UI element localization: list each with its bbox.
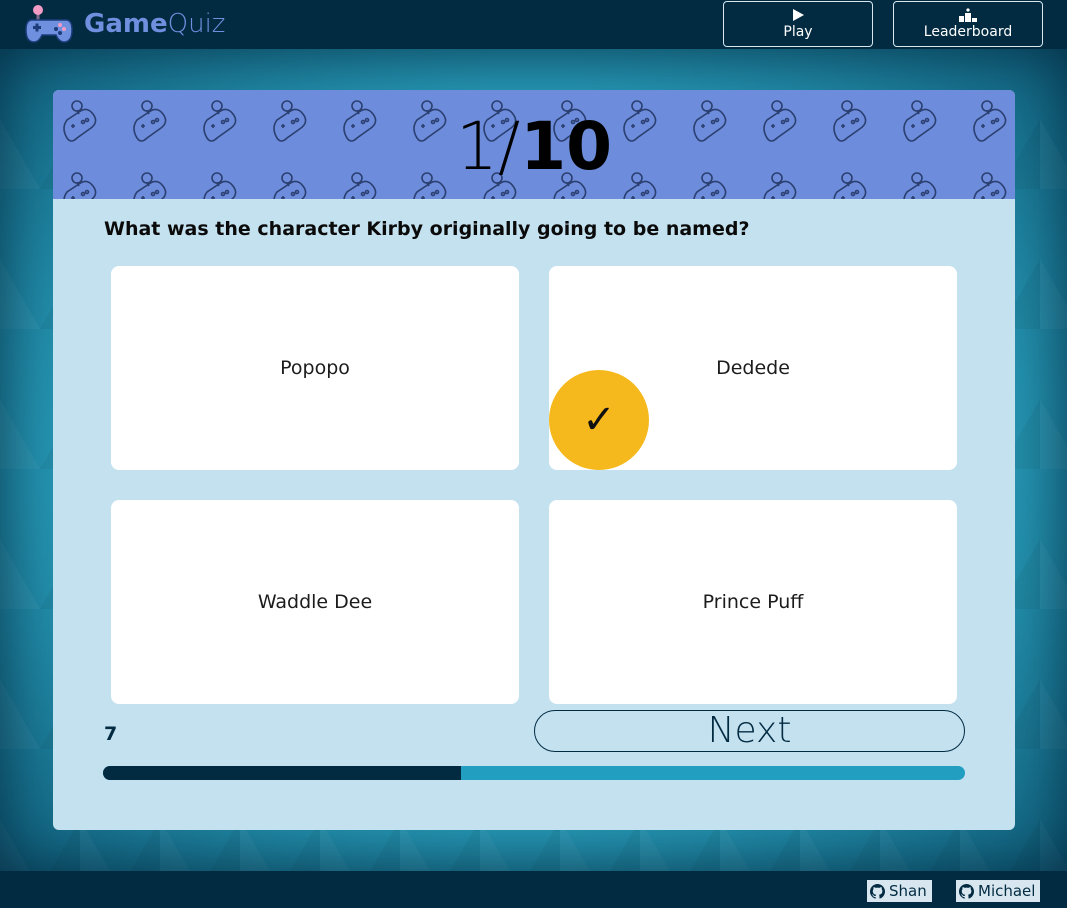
top-navbar: GameQuiz Play Leaderboard [0, 0, 1067, 49]
total-questions: 10 [520, 108, 613, 185]
question-banner: 1/10 [53, 90, 1015, 199]
answer-label: Dedede [716, 357, 790, 379]
leaderboard-button[interactable]: Leaderboard [893, 1, 1043, 47]
leaderboard-label: Leaderboard [923, 24, 1013, 40]
question-counter: 1/10 [53, 108, 1015, 186]
answer-label: Popopo [280, 357, 350, 379]
question-text: What was the character Kirby originally … [104, 218, 750, 240]
play-icon [793, 9, 804, 21]
github-icon [959, 883, 974, 899]
quiz-card: 1/10 What was the character Kirby origin… [53, 90, 1015, 830]
answer-option-waddle-dee[interactable]: Waddle Dee [111, 500, 519, 704]
podium-icon [959, 8, 977, 22]
footer: Shan Michael [0, 871, 1067, 908]
brand-quiz-text: Quiz [167, 9, 226, 39]
answer-option-popopo[interactable]: Popopo [111, 266, 519, 470]
counter-separator: / [497, 108, 521, 185]
answer-option-prince-puff[interactable]: Prince Puff [549, 500, 957, 704]
gamepad-icon [25, 5, 73, 43]
time-progress-bar [103, 766, 965, 780]
play-button[interactable]: Play [723, 1, 873, 47]
current-question-number: 1 [455, 108, 498, 185]
answer-label: Prince Puff [702, 591, 804, 613]
play-label: Play [783, 24, 813, 40]
checkmark-icon: ✓ [582, 397, 616, 443]
github-link-label: Michael [978, 882, 1036, 900]
brand-name: GameQuiz [84, 4, 225, 44]
next-button[interactable]: Next [534, 710, 965, 752]
progress-fill [103, 766, 461, 780]
github-link-michael[interactable]: Michael [956, 880, 1041, 902]
github-link-shan[interactable]: Shan [867, 880, 932, 902]
answer-label: Waddle Dee [257, 591, 373, 613]
brand-game-text: Game [84, 9, 168, 39]
countdown-timer: 7 [104, 723, 118, 745]
brand-logo[interactable]: GameQuiz [24, 4, 225, 44]
github-link-label: Shan [889, 882, 927, 900]
github-icon [870, 883, 885, 899]
selected-check-badge: ✓ [549, 370, 649, 470]
